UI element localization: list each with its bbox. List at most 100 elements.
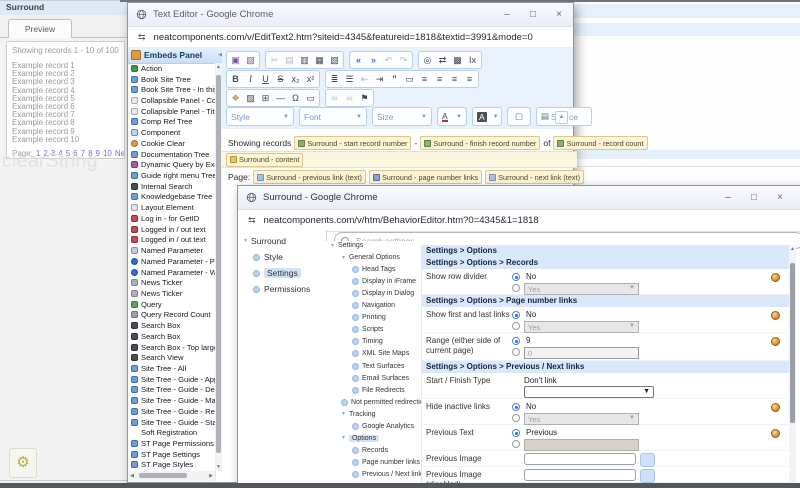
image-path-input[interactable] <box>524 469 636 481</box>
url-bar[interactable]: ⇆ neatcomponents.com/v/htm/BehaviorEdito… <box>238 210 800 232</box>
radio-alternate[interactable] <box>512 348 520 356</box>
cut-button[interactable]: ✂ <box>267 53 282 67</box>
embed-item[interactable]: Cookie Clear <box>128 138 216 149</box>
embed-item[interactable]: Dynamic Query by Example <box>128 159 216 170</box>
div-container-button[interactable]: ▭ <box>402 72 417 86</box>
background-color-button[interactable]: A▼ <box>472 107 502 126</box>
tree-item-head-tags[interactable]: Head Tags <box>352 266 395 273</box>
scroll-up-icon[interactable]: ▲ <box>789 245 796 253</box>
scroll-left-icon[interactable]: ◀ <box>128 471 136 481</box>
tree-item-page-number-links[interactable]: Page number links <box>352 459 420 466</box>
align-left-button[interactable]: ≡ <box>417 72 432 86</box>
url-bar[interactable]: ⇆ neatcomponents.com/v/EditText2.htm?sit… <box>128 27 573 49</box>
bold-button[interactable]: B <box>228 72 243 86</box>
embed-item[interactable]: Internal Search <box>128 181 216 192</box>
replace-button[interactable]: ⇄ <box>435 53 450 67</box>
size-dropdown[interactable]: Size▼ <box>372 107 432 126</box>
subscript-button[interactable]: x₂ <box>288 72 303 86</box>
embed-item[interactable]: Query <box>128 299 216 310</box>
embed-item[interactable]: Site Tree - All <box>128 363 216 374</box>
embed-token-page-number-links[interactable]: Surround - page number links <box>369 170 482 184</box>
tree-item-file-redirects[interactable]: File Redirects <box>352 387 405 394</box>
go-last-button[interactable]: » <box>366 53 381 67</box>
paste-button[interactable]: ▥ <box>297 53 312 67</box>
link-button[interactable]: ∞ <box>327 91 342 105</box>
embed-object-button[interactable]: ❖ <box>228 91 243 105</box>
tab-preview[interactable]: Preview <box>8 19 72 38</box>
scrollbar-thumb[interactable] <box>790 263 795 423</box>
embed-item[interactable]: Collapsible Panel - Title <box>128 106 216 117</box>
tree-item-settings[interactable]: ▼Settings <box>330 242 363 249</box>
outdent-button[interactable]: ⇤ <box>357 72 372 86</box>
browse-button[interactable] <box>640 469 655 483</box>
inherit-icon[interactable] <box>771 337 780 346</box>
align-center-button[interactable]: ≡ <box>432 72 447 86</box>
save-button[interactable]: ▣ <box>228 53 243 67</box>
minimize-button[interactable]: – <box>501 9 513 20</box>
embed-item[interactable]: Search Box <box>128 320 216 331</box>
embed-item[interactable]: Site Tree - Guide - Starts <box>128 417 216 428</box>
bulleted-list-button[interactable]: ☰ <box>342 72 357 86</box>
tree-item-printing[interactable]: Printing <box>352 314 386 321</box>
tree-item-style[interactable]: Style <box>253 252 283 262</box>
embed-item[interactable]: Comp Ref Tree <box>128 117 216 128</box>
style-dropdown[interactable]: Style▼ <box>226 107 294 126</box>
close-button[interactable]: × <box>553 9 565 20</box>
embed-item[interactable]: Component <box>128 127 216 138</box>
indent-button[interactable]: ⇥ <box>372 72 387 86</box>
maximize-button[interactable]: □ <box>748 192 760 203</box>
tree-item-text-surfaces[interactable]: Text Surfaces <box>352 363 404 370</box>
remove-format-button[interactable]: Ix <box>465 53 480 67</box>
gear-button[interactable]: ⚙ <box>9 448 37 478</box>
tree-item-previous-next-links[interactable]: Previous / Next links <box>352 471 421 478</box>
maximize-button[interactable]: □ <box>527 9 539 20</box>
embed-item[interactable]: Logged in / out text <box>128 235 216 246</box>
inherit-icon[interactable] <box>771 403 780 412</box>
embed-item[interactable]: Guide right menu Tree <box>128 170 216 181</box>
underline-button[interactable]: U <box>258 72 273 86</box>
text-color-button[interactable]: A▼ <box>437 107 467 126</box>
scrollbar-thumb[interactable] <box>139 473 187 478</box>
close-button[interactable]: × <box>774 192 786 203</box>
align-right-button[interactable]: ≡ <box>447 72 462 86</box>
embed-item[interactable]: Site Tree - Guide - Managem <box>128 395 216 406</box>
minimize-button[interactable]: – <box>722 192 734 203</box>
embed-item[interactable]: News Ticker <box>128 277 216 288</box>
tree-item-general-options[interactable]: ▼General Options <box>341 254 400 261</box>
radio-alternate[interactable] <box>512 322 520 330</box>
special-character-button[interactable]: Ω <box>288 91 303 105</box>
radio-selected[interactable] <box>512 273 520 281</box>
radio-selected[interactable] <box>512 429 520 437</box>
embeds-horizontal-scrollbar[interactable]: ◀ ▶ <box>128 471 216 481</box>
horizontal-rule-button[interactable]: ― <box>273 91 288 105</box>
table-button[interactable]: ⊞ <box>258 91 273 105</box>
tree-item-options[interactable]: ▼Options <box>341 435 379 442</box>
inherit-icon[interactable] <box>771 273 780 282</box>
embed-token-next-link[interactable]: Surround - next link (text) <box>485 170 584 184</box>
embed-item[interactable]: Soft Registration <box>128 427 216 438</box>
tree-item-scripts[interactable]: Scripts <box>352 326 383 333</box>
find-button[interactable]: ◎ <box>420 53 435 67</box>
tree-item-not-permitted-redirection[interactable]: Not permitted redirection <box>341 399 421 406</box>
embed-item[interactable]: Collapsible Panel - Content <box>128 95 216 106</box>
blockquote-button[interactable]: ” <box>387 72 402 86</box>
embed-item[interactable]: News Ticker <box>128 288 216 299</box>
embed-item[interactable]: Site Tree - Guide - Design <box>128 385 216 396</box>
embed-item[interactable]: Book Site Tree <box>128 74 216 85</box>
embed-item[interactable]: Named Parameter <box>128 245 216 256</box>
embed-token-start-record[interactable]: Surround - start record number <box>294 136 411 150</box>
embed-item[interactable]: Search Box <box>128 331 216 342</box>
radio-alternate[interactable] <box>512 440 520 448</box>
italic-button[interactable]: I <box>243 72 258 86</box>
tree-item-display-in-iframe[interactable]: Display in iFrame <box>352 278 416 285</box>
templates-button[interactable]: ▨ <box>243 53 258 67</box>
embed-item[interactable]: Knowledgebase Tree <box>128 192 216 203</box>
copy-button[interactable]: ▤ <box>282 53 297 67</box>
embed-token-previous-link[interactable]: Surround - previous link (text) <box>253 170 366 184</box>
undo-button[interactable]: ↶ <box>381 53 396 67</box>
browse-button[interactable] <box>640 453 655 467</box>
font-dropdown[interactable]: Font▼ <box>299 107 367 126</box>
tree-item-google-analytics[interactable]: Google Analytics <box>352 423 414 430</box>
embed-item[interactable]: Query Record Count <box>128 310 216 321</box>
embed-item[interactable]: Search Box - Top large <box>128 342 216 353</box>
